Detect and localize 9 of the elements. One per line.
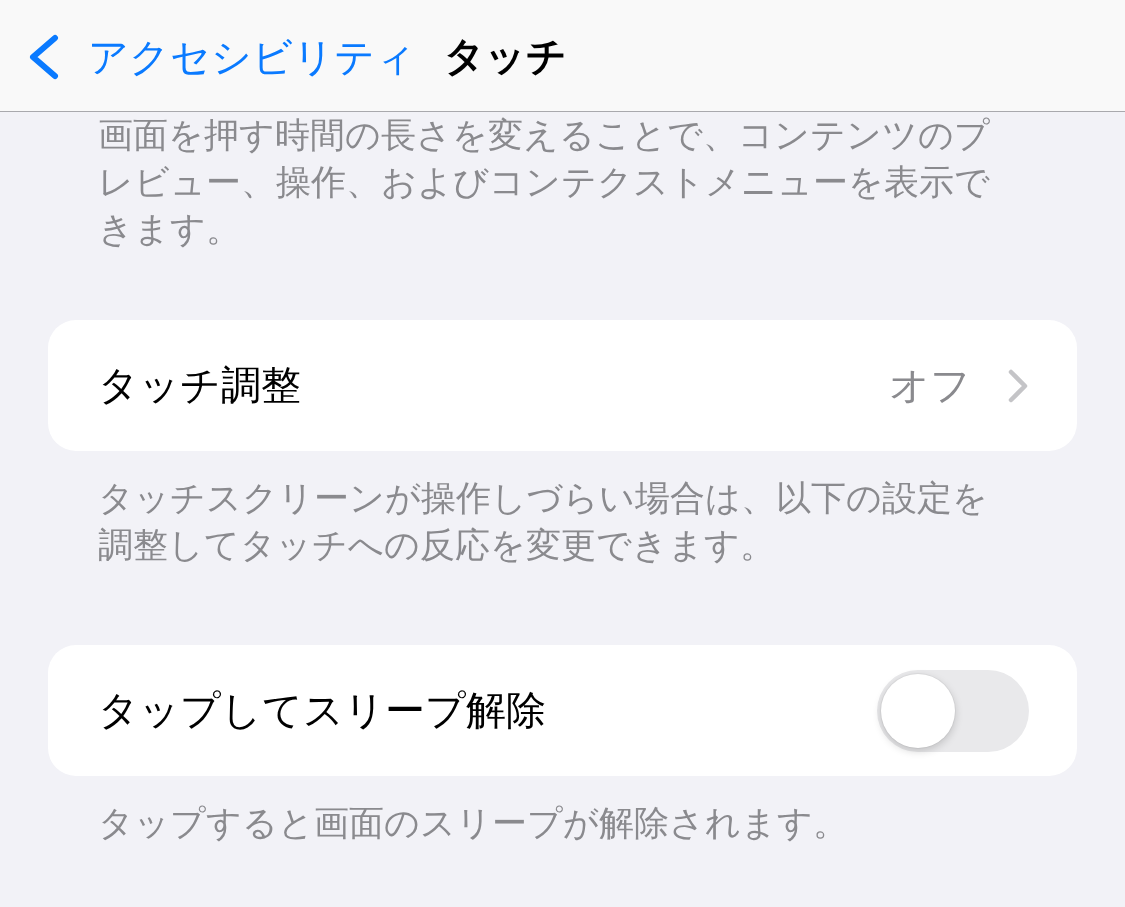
footer-text: タップすると画面のスリープが解除されます。 — [97, 802, 849, 845]
description-text: 画面を押す時間の長さを変えることで、コンテンツのプレビュー、操作、およびコンテクストメニューを表示できます。 — [97, 114, 991, 251]
page-title: タッチ — [444, 32, 567, 81]
setting-label: タップしてスリープ解除 — [98, 686, 547, 735]
setting-value: オフ — [889, 361, 971, 410]
chevron-right-icon[interactable] — [1007, 367, 1029, 404]
setting-label: タッチ調整 — [98, 361, 302, 410]
footer-text: タッチスクリーンが操作しづらい場合は、以下の設定を調整してタッチへの反応を変更できます。 — [97, 477, 989, 567]
back-button[interactable]: アクセシビリティ — [26, 32, 416, 81]
